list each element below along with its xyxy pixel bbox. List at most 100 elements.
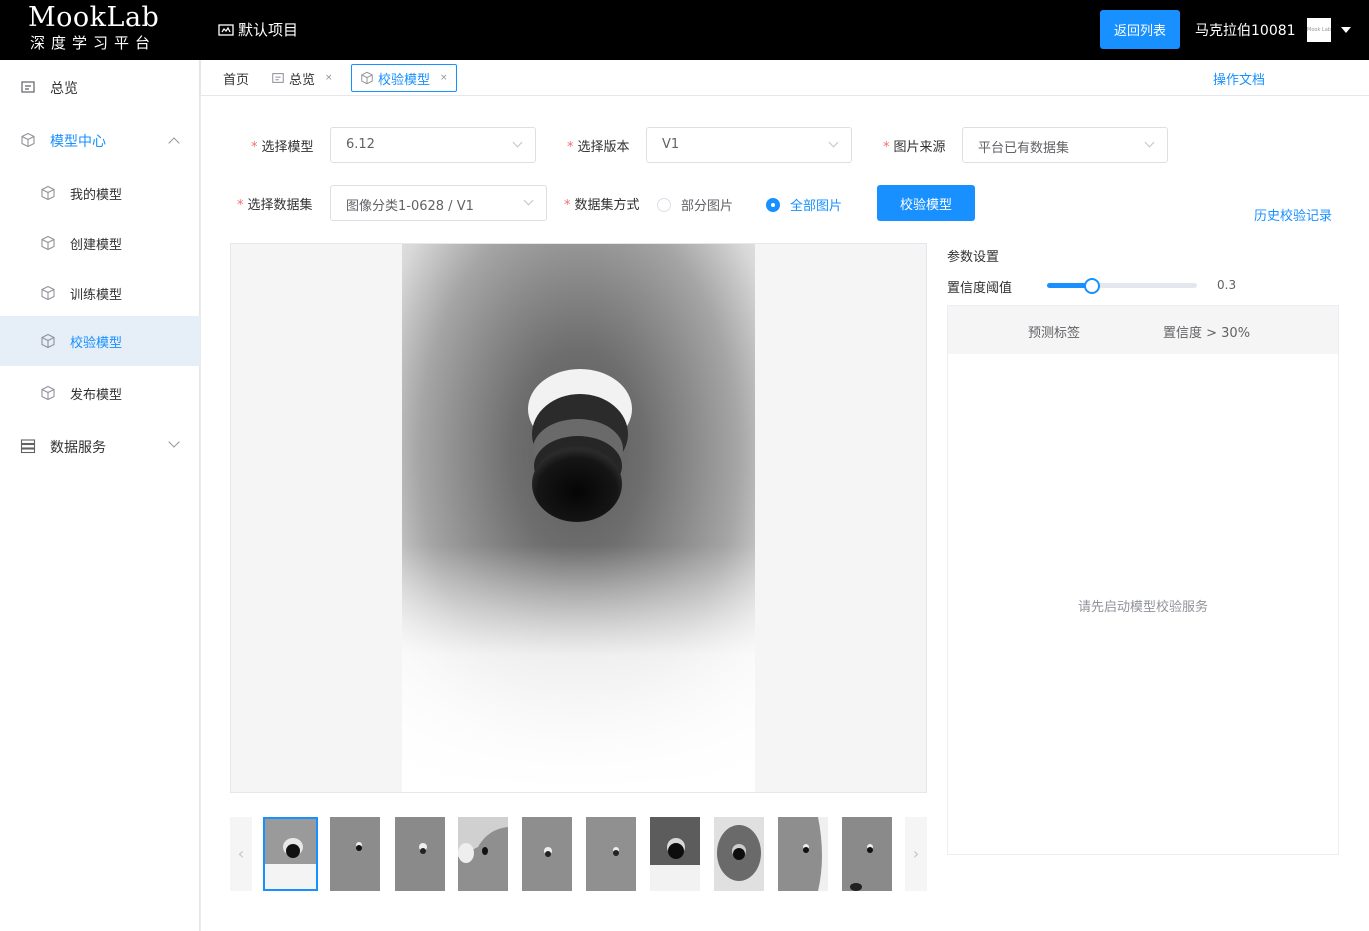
cube-icon [41, 185, 55, 201]
cube-icon [21, 132, 35, 148]
thumbnail[interactable] [330, 817, 385, 891]
sidebar-item-model-center[interactable]: 模型中心 [0, 115, 200, 165]
project-selector[interactable]: 默认项目 [218, 19, 298, 40]
result-header: 预测标签 置信度 > 30% [948, 306, 1338, 354]
sidebar-item-label: 创建模型 [70, 238, 123, 253]
result-panel: 预测标签 置信度 > 30% 请先启动模型校验服务 [947, 305, 1339, 855]
sidebar-item-data-service[interactable]: 数据服务 [0, 421, 200, 471]
dataset-label: * 选择数据集 [237, 198, 313, 213]
sidebar-item-label: 数据服务 [50, 440, 106, 456]
chevron-down-icon [512, 137, 523, 148]
main-content: * 选择模型 6.12 * 选择版本 V1 * 图片来源 平台已有数据集 * 选择数据集… [201, 96, 1369, 931]
thumbnail[interactable] [650, 817, 705, 891]
project-name: 默认项目 [238, 21, 299, 39]
sidebar-item-train-model[interactable]: 训练模型 [0, 268, 200, 318]
sidebar-item-label: 校验模型 [70, 336, 123, 351]
overview-icon [272, 73, 284, 83]
cube-icon [41, 285, 55, 301]
database-icon [20, 439, 36, 454]
thumbnail-prev-button[interactable]: ‹ [230, 817, 252, 891]
sidebar-item-label: 发布模型 [70, 388, 123, 403]
close-icon[interactable]: × [440, 73, 448, 83]
radio-label: 全部图片 [790, 199, 843, 214]
preview-image [402, 244, 755, 792]
sidebar-item-label: 总览 [50, 81, 78, 97]
history-link[interactable]: 历史校验记录 [1254, 205, 1332, 224]
image-viewer [230, 243, 927, 793]
source-select[interactable]: 平台已有数据集 [962, 127, 1168, 163]
tab-overview[interactable]: 总览 × [271, 64, 333, 92]
thumbnail[interactable] [395, 817, 450, 891]
docs-link[interactable]: 操作文档 [1213, 69, 1265, 88]
close-icon[interactable]: × [325, 73, 333, 83]
tab-label: 首页 [223, 72, 250, 88]
radio-circle[interactable] [657, 197, 671, 212]
version-select-value: V1 [662, 137, 680, 152]
source-label: * 图片来源 [883, 140, 946, 155]
mode-radio-all[interactable]: 全部图片 [766, 195, 842, 214]
chevron-down-icon [1144, 137, 1155, 148]
cube-check-icon [361, 71, 373, 85]
params-title: 参数设置 [947, 250, 1000, 265]
model-label: * 选择模型 [251, 140, 314, 155]
chevron-down-icon [523, 195, 534, 206]
version-label: * 选择版本 [567, 140, 630, 155]
sidebar-item-create-model[interactable]: 创建模型 [0, 218, 200, 268]
thumbnail-strip: ‹ › [230, 817, 927, 891]
col-label-header: 预测标签 [1028, 326, 1081, 341]
sidebar-item-my-models[interactable]: 我的模型 [0, 168, 200, 218]
tab-label: 校验模型 [378, 72, 431, 88]
chevron-down-icon [168, 436, 180, 448]
project-icon [218, 23, 234, 36]
chevron-up-icon [168, 137, 180, 149]
sidebar-item-verify-model[interactable]: 校验模型 [0, 316, 200, 366]
model-select-value: 6.12 [346, 137, 375, 152]
empty-state-text: 请先启动模型校验服务 [1077, 600, 1208, 615]
thumbnail[interactable] [842, 817, 897, 891]
tab-home[interactable]: 首页 [223, 64, 249, 92]
logo-subtitle: 深度学习平台 [30, 34, 157, 52]
radio-circle[interactable] [766, 197, 780, 212]
sidebar-item-label: 模型中心 [50, 134, 106, 150]
model-select[interactable]: 6.12 [330, 127, 536, 163]
thumbnail[interactable] [714, 817, 769, 891]
tab-verify-model[interactable]: 校验模型 × [351, 64, 457, 92]
sidebar: 总览 模型中心 我的模型 创建模型 训练模型 校验模型 发布模型 数据服务 [0, 60, 200, 931]
sidebar-item-label: 训练模型 [70, 288, 123, 303]
sidebar-item-publish-model[interactable]: 发布模型 [0, 368, 200, 418]
username[interactable]: 马克拉伯10081 [1195, 20, 1296, 40]
chevron-down-icon [828, 137, 839, 148]
thumbnail[interactable] [522, 817, 577, 891]
cube-check-icon [41, 333, 55, 349]
col-confidence-header: 置信度 > 30% [1163, 326, 1251, 341]
cube-icon [41, 385, 55, 401]
mode-label: * 数据集方式 [564, 198, 640, 213]
thumbnail-next-button[interactable]: › [905, 817, 927, 891]
mode-radio-partial[interactable]: 部分图片 [657, 195, 733, 214]
thumbnail[interactable] [778, 817, 833, 891]
tab-label: 总览 [289, 72, 316, 88]
confidence-value: 0.3 [1217, 278, 1237, 292]
thumbnail[interactable] [586, 817, 641, 891]
confidence-label: 置信度阈值 [947, 281, 1013, 296]
sidebar-item-label: 我的模型 [70, 188, 123, 203]
avatar[interactable]: Mook Lab [1307, 18, 1331, 42]
overview-icon [21, 81, 35, 93]
dataset-select[interactable]: 图像分类1-0628 / V1 [330, 185, 547, 221]
radio-label: 部分图片 [681, 199, 734, 214]
version-select[interactable]: V1 [646, 127, 852, 163]
confidence-slider[interactable] [1047, 278, 1197, 294]
cube-plus-icon [41, 235, 55, 251]
top-bar: MookLab 深度学习平台 默认项目 返回列表 马克拉伯10081 Mook … [0, 0, 1369, 60]
dataset-select-value: 图像分类1-0628 / V1 [346, 199, 474, 214]
logo: MookLab 深度学习平台 [28, 3, 178, 53]
user-menu-caret-icon[interactable] [1341, 27, 1351, 33]
thumbnail[interactable] [263, 817, 318, 891]
thumbnail[interactable] [458, 817, 513, 891]
back-to-list-button[interactable]: 返回列表 [1100, 10, 1180, 49]
sidebar-item-overview[interactable]: 总览 [0, 62, 200, 112]
source-select-value: 平台已有数据集 [978, 141, 1070, 156]
tabs-bar: 首页 总览 × 校验模型 × 操作文档 [201, 60, 1369, 96]
verify-model-button[interactable]: 校验模型 [877, 185, 975, 221]
slider-handle[interactable] [1084, 278, 1100, 294]
